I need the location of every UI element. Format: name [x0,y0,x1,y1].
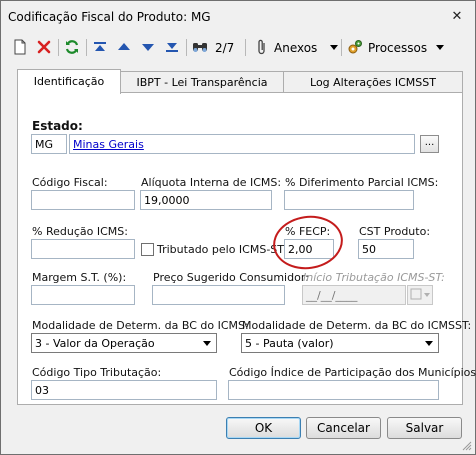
close-icon[interactable]: ✕ [450,10,464,24]
delete-x-icon[interactable] [34,37,54,57]
aliquota-label: Alíquota Interna de ICMS: [141,176,282,189]
modalidade-icmsst-value: 5 - Pauta (valor) [245,337,334,350]
estado-name-link[interactable]: Minas Gerais [73,138,144,151]
resize-grip-icon[interactable] [462,441,472,451]
modalidade-icms-value: 3 - Valor da Operação [35,337,155,350]
next-record-icon[interactable] [138,37,158,57]
estado-name-field[interactable]: Minas Gerais [69,134,415,154]
codigo-tipo-label: Código Tipo Tributação: [32,366,162,379]
calendar-dropdown [407,285,433,305]
aliquota-field[interactable]: 19,0000 [140,190,272,210]
margem-field[interactable] [31,285,135,305]
refresh-icon[interactable] [62,37,82,57]
dialog-window: Codificação Fiscal do Produto: MG ✕ 2/7 … [0,0,476,455]
codigo-fiscal-label: Código Fiscal: [32,176,108,189]
window-title: Codificação Fiscal do Produto: MG [8,10,211,24]
modalidade-icmsst-label: Modalidade de Determ. da BC do ICMSST: [242,319,472,332]
preco-sugerido-field[interactable] [152,285,285,305]
gear-icon[interactable] [345,37,365,57]
toolbar-separator [245,39,246,56]
modalidade-icms-label: Modalidade de Determ. da BC do ICMS: [32,319,249,332]
calendar-icon [410,288,430,300]
toolbar-separator [186,39,187,56]
chevron-down-icon [203,341,211,346]
codigo-indice-field[interactable] [228,380,439,400]
reducao-label: % Redução ICMS: [32,225,128,238]
tab-ibpt[interactable]: IBPT - Lei Transparência [120,71,284,93]
estado-browse-button[interactable]: ... [420,135,439,153]
toolbar-separator [58,39,59,56]
tab-strip: Identificação IBPT - Lei Transparência L… [17,69,463,94]
estado-label: Estado: [32,119,83,133]
first-record-icon[interactable] [90,37,110,57]
inicio-tributacao-label: Início Tributação ICMS-ST: [303,271,445,284]
toolbar-separator [341,39,342,56]
previous-record-icon[interactable] [114,37,134,57]
inicio-tributacao-field: __/__/____ [302,285,406,305]
reducao-field[interactable] [31,239,135,259]
chevron-down-icon [425,341,433,346]
processos-menu[interactable]: Processos [368,41,427,55]
chevron-down-icon[interactable] [430,37,450,57]
toolbar-separator [86,39,87,56]
record-counter: 2/7 [215,41,235,55]
preco-sugerido-label: Preço Sugerido Consumidor: [153,271,309,284]
diferimento-field[interactable] [284,190,414,210]
codigo-tipo-field[interactable]: 03 [31,380,217,400]
new-document-icon[interactable] [10,37,30,57]
paperclip-icon[interactable] [252,37,272,57]
cancel-button[interactable]: Cancelar [306,417,381,439]
title-bar[interactable]: Codificação Fiscal do Produto: MG ✕ [1,1,475,31]
tab-log-alteracoes[interactable]: Log Alterações ICMSST [283,71,463,93]
binoculars-icon[interactable] [190,37,210,57]
cst-produto-field[interactable]: 50 [358,239,414,259]
cst-produto-label: CST Produto: [359,225,431,238]
estado-code-field[interactable]: MG [31,134,67,154]
tributado-label: Tributado pelo ICMS-ST [157,243,284,256]
tab-identificacao[interactable]: Identificação [17,69,121,94]
codigo-indice-label: Código Índice de Participação dos Municí… [229,366,476,379]
save-button[interactable]: Salvar [387,417,462,439]
codigo-fiscal-field[interactable] [31,190,135,210]
last-record-icon[interactable] [162,37,182,57]
margem-label: Margem S.T. (%): [32,271,127,284]
ok-button[interactable]: OK [226,417,301,439]
diferimento-label: % Diferimento Parcial ICMS: [285,176,439,189]
modalidade-icms-select[interactable]: 3 - Valor da Operação [31,333,217,353]
modalidade-icmsst-select[interactable]: 5 - Pauta (valor) [241,333,439,353]
anexos-menu[interactable]: Anexos [274,41,317,55]
tributado-checkbox[interactable] [141,243,154,256]
toolbar: 2/7 Anexos Processos [2,33,474,63]
